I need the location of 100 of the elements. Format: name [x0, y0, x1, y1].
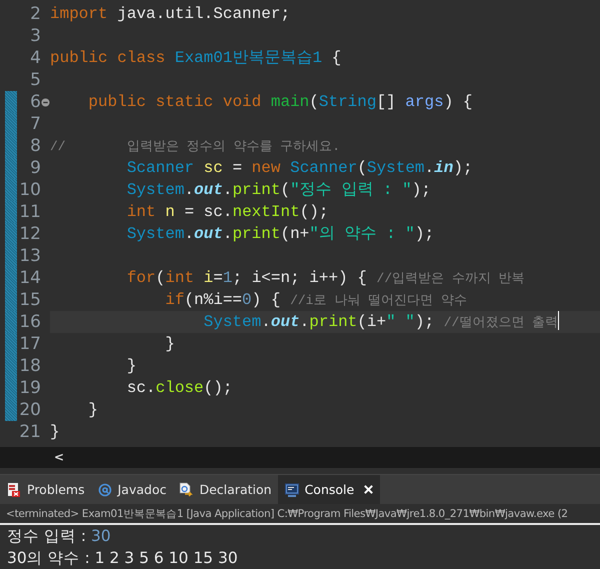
keyword: int: [165, 269, 194, 287]
collapse-icon[interactable]: [41, 98, 50, 106]
view-tab[interactable]: Console: [278, 475, 380, 504]
field-name: out: [194, 225, 223, 243]
keyword: public: [88, 93, 146, 111]
close-icon[interactable]: [363, 484, 374, 496]
code-text: .: [222, 181, 232, 199]
line-number: 17: [18, 333, 41, 355]
text-cursor: [558, 311, 560, 330]
class-name: Scanner: [290, 159, 358, 177]
keyword: if: [165, 291, 184, 309]
class-name: System: [126, 181, 184, 199]
code-text: );: [414, 313, 434, 331]
class-name: System: [366, 159, 425, 177]
line-number: 20: [18, 399, 41, 421]
string-literal: " ": [386, 313, 415, 331]
console-status: <terminated> Exam01반복문복습1 [Java Application] C:₩Program Files₩Java₩jre1.8.0_271₩bin₩javaw.exe (2: [0, 504, 600, 525]
code-text: (n+: [280, 225, 310, 243]
code-text: }: [126, 357, 136, 375]
code-comment: //i로 나눠 떨어진다면 약수: [290, 293, 467, 308]
field-name: out: [270, 313, 300, 331]
line-number: 16: [18, 311, 41, 333]
line-number: 8: [29, 135, 41, 157]
number-literal: 0: [242, 291, 252, 309]
document-arrow-icon: [178, 482, 194, 498]
code-text: .: [184, 225, 194, 243]
code-text: (: [309, 93, 319, 111]
method-name: print: [309, 313, 358, 331]
code-text: (n%i==: [184, 291, 242, 309]
code-text: =: [213, 269, 223, 287]
line-number: 18: [18, 355, 41, 377]
code-comment: //입력받은 수까지 반복: [376, 271, 525, 286]
code-text: .: [424, 159, 434, 177]
line-number: 5: [29, 69, 41, 91]
line-number: 13: [18, 245, 41, 267]
code-text: (: [156, 269, 166, 287]
code-text: ();: [300, 203, 328, 221]
code-text: );: [412, 181, 431, 199]
field-name: out: [194, 181, 223, 199]
keyword: static: [156, 93, 214, 111]
variable: n: [165, 203, 175, 221]
code-comment: //떨어졌으면 출력: [444, 315, 558, 330]
class-name: Exam01반복문복습1: [174, 49, 322, 67]
code-text: (: [280, 181, 290, 199]
problems-icon: [6, 482, 22, 498]
view-tab[interactable]: Javadoc: [90, 475, 172, 504]
code-text: = sc.: [184, 203, 232, 221]
line-number: 11: [18, 201, 41, 223]
line-number: 7: [29, 113, 41, 135]
string-literal: "정수 입력 : ": [290, 181, 412, 199]
code-text: }: [50, 423, 60, 441]
class-name: System: [126, 225, 184, 243]
code-text: =: [232, 159, 242, 177]
method-name: print: [232, 181, 280, 199]
keyword: public: [50, 49, 108, 67]
code-text: []: [376, 93, 396, 111]
line-number: 21: [18, 421, 41, 443]
string-literal: "의 약수 : ": [309, 225, 415, 243]
keyword: new: [252, 159, 280, 177]
keyword: class: [117, 49, 166, 67]
line-number: 3: [29, 25, 41, 47]
code-text: java.util.Scanner;: [117, 5, 290, 23]
code-text: .: [184, 181, 194, 199]
keyword: import: [50, 5, 108, 23]
line-number: 10: [18, 179, 41, 201]
view-tab[interactable]: Declaration: [172, 475, 278, 504]
variable: i: [204, 269, 214, 287]
code-text: ();: [204, 379, 232, 397]
number-literal: 1: [222, 269, 232, 287]
at-sign-icon: [96, 482, 113, 498]
method-name: nextInt: [232, 203, 300, 221]
code-text: ) {: [444, 93, 473, 111]
input-text: 30: [91, 527, 111, 545]
code-text: }: [88, 401, 98, 419]
code-text: ; i<=n; i++) {: [232, 269, 367, 287]
output-text: 30의 약수 : 1 2 3 5 6 10 15 30: [7, 549, 238, 567]
code-text: sc.: [126, 379, 156, 397]
line-number: 14: [18, 267, 41, 289]
scroll-left-button[interactable]: <: [48, 450, 70, 464]
line-number: 2: [29, 3, 41, 25]
line-number: 9: [29, 157, 41, 179]
line-number: 19: [18, 377, 41, 399]
code-comment: // 입력받은 정수의 약수를 구하세요.: [50, 139, 340, 154]
code-text: (: [357, 159, 367, 177]
class-name: Scanner: [126, 159, 194, 177]
code-text: .: [222, 225, 232, 243]
view-tab[interactable]: Problems: [0, 475, 91, 504]
monitor-icon: [284, 482, 300, 498]
class-name: System: [204, 313, 262, 331]
method-name: close: [156, 379, 204, 397]
variable: sc: [204, 159, 223, 177]
code-text: .: [261, 313, 271, 331]
class-name: String: [318, 93, 376, 111]
keyword: for: [126, 269, 156, 287]
code-text: .: [300, 313, 310, 331]
output-text: 정수 입력 :: [7, 527, 88, 545]
line-number: 15: [18, 289, 41, 311]
method-name: main: [270, 93, 310, 111]
code-text: ) {: [252, 291, 280, 309]
code-text: }: [165, 335, 175, 353]
